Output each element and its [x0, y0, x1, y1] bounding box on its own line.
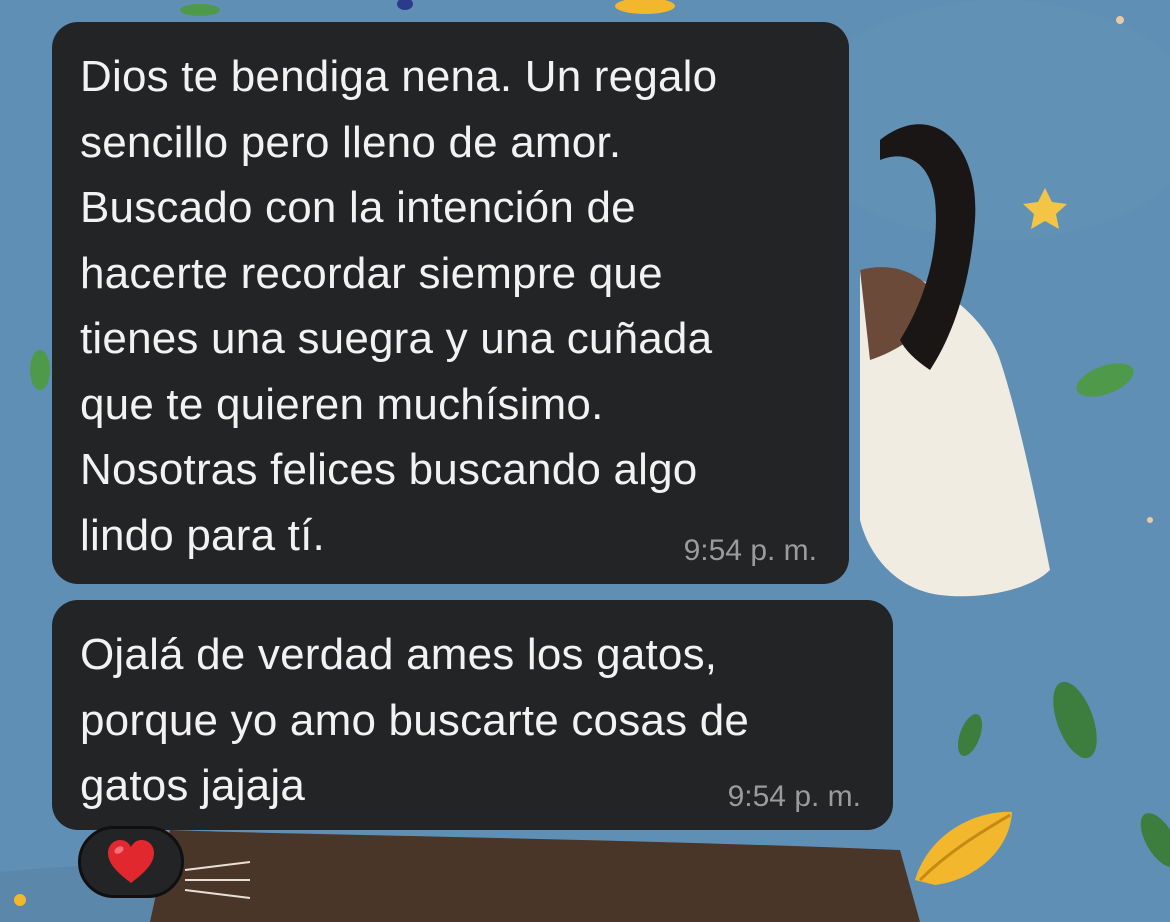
message-text: Ojalá de verdad ames los gatos, porque y… — [80, 630, 750, 810]
message-bubble-2[interactable]: Ojalá de verdad ames los gatos, porque y… — [52, 600, 893, 830]
message-timestamp: 9:54 p. m. — [683, 534, 817, 567]
message-bubble-1[interactable]: Dios te bendiga nena. Un regalo sencillo… — [52, 22, 849, 584]
heart-shape — [108, 840, 154, 883]
message-text: Dios te bendiga nena. Un regalo sencillo… — [80, 52, 718, 560]
message-timestamp: 9:54 p. m. — [727, 780, 861, 813]
red-heart-icon — [108, 840, 154, 883]
message-reaction[interactable] — [78, 826, 184, 898]
